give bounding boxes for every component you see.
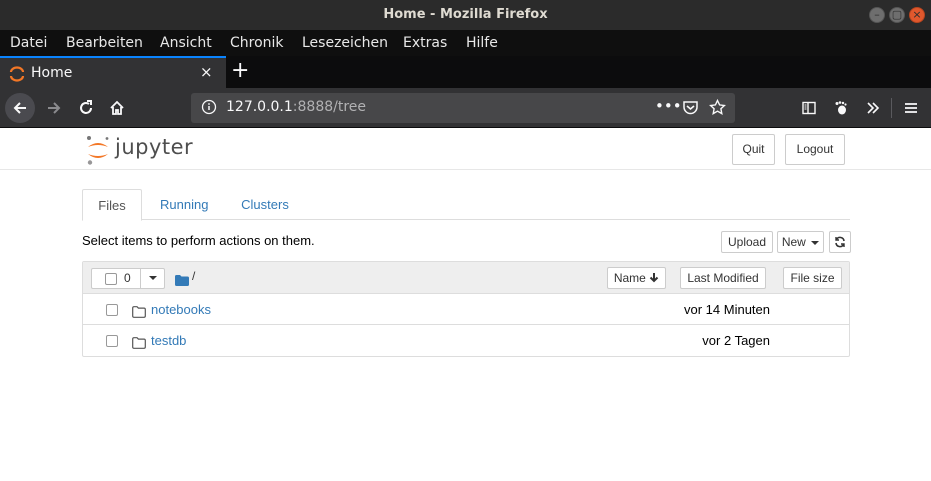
minimize-icon: – [874, 8, 880, 21]
list-item[interactable]: notebooks vor 14 Minuten [83, 294, 849, 325]
select-all-checkbox[interactable] [105, 273, 117, 285]
reload-icon [80, 100, 92, 114]
new-tab-button[interactable]: + [231, 58, 249, 83]
library-sidebar-icon [802, 101, 816, 115]
dashboard-tabs: Files Running Clusters [82, 189, 850, 221]
file-list-header: 0 / Name Last Modified File size [83, 262, 849, 294]
window-titlebar: Home - Mozilla Firefox – ▢ × [0, 0, 931, 30]
overflow-menu-button[interactable] [859, 94, 887, 122]
menu-bearbeiten[interactable]: Bearbeiten [66, 35, 143, 51]
forward-arrow-icon [48, 102, 61, 114]
item-modified: vor 14 Minuten [684, 302, 770, 317]
pocket-icon[interactable] [682, 99, 699, 120]
navigation-toolbar: 127.0.0.1:8888/tree ••• [0, 88, 931, 128]
tab-close-icon[interactable]: × [200, 63, 213, 81]
caret-down-icon [811, 240, 820, 245]
sidebar-button[interactable] [795, 94, 823, 122]
url-text: 127.0.0.1:8888/tree [226, 99, 366, 115]
home-icon [110, 100, 124, 115]
reload-button[interactable] [72, 94, 100, 122]
menu-datei[interactable]: Datei [10, 35, 47, 51]
folder-outline-icon [132, 303, 146, 322]
select-all-group[interactable]: 0 [91, 268, 165, 289]
tab-files[interactable]: Files [82, 189, 142, 221]
sort-by-last-modified-button[interactable]: Last Modified [680, 267, 766, 289]
new-dropdown-button[interactable]: New [777, 231, 824, 253]
url-bar[interactable]: 127.0.0.1:8888/tree ••• [191, 93, 735, 123]
jupyter-logo-icon[interactable] [85, 134, 111, 170]
extension-button[interactable] [827, 94, 855, 122]
info-icon[interactable] [201, 99, 217, 119]
jupyter-header: jupyter Quit Logout [0, 129, 931, 170]
hamburger-menu-icon [905, 103, 917, 113]
toolbar-separator [891, 98, 892, 118]
maximize-button[interactable]: ▢ [889, 7, 905, 23]
menu-chronik[interactable]: Chronik [230, 35, 284, 51]
new-button-label: New [781, 235, 806, 249]
back-arrow-icon [13, 102, 26, 114]
refresh-button[interactable] [829, 231, 851, 253]
tab-clusters[interactable]: Clusters [241, 189, 289, 220]
item-modified: vor 2 Tagen [702, 333, 770, 348]
divider [140, 269, 141, 288]
quit-button[interactable]: Quit [732, 134, 775, 165]
sort-by-name-button[interactable]: Name [607, 267, 666, 289]
gnome-foot-icon [835, 101, 847, 115]
home-button[interactable] [103, 94, 131, 122]
browser-tab-home[interactable]: Home × [0, 56, 226, 88]
item-name-link[interactable]: notebooks [151, 302, 211, 317]
url-path: :8888/tree [292, 99, 367, 115]
app-menu-button[interactable] [897, 94, 925, 122]
menu-extras[interactable]: Extras [403, 35, 447, 51]
breadcrumb-root[interactable]: / [192, 269, 195, 283]
list-item[interactable]: testdb vor 2 Tagen [83, 325, 849, 356]
menu-lesezeichen[interactable]: Lesezeichen [302, 35, 388, 51]
jupyter-favicon-icon [9, 66, 25, 86]
logout-button[interactable]: Logout [785, 134, 845, 165]
back-button[interactable] [5, 93, 35, 123]
page-actions-icon[interactable]: ••• [655, 97, 682, 115]
folder-icon[interactable] [175, 271, 189, 290]
arrow-down-icon [649, 273, 659, 283]
window-title: Home - Mozilla Firefox [383, 7, 548, 22]
minimize-button[interactable]: – [869, 7, 885, 23]
browser-tab-title: Home [31, 65, 73, 81]
tab-strip: Home × + [0, 56, 931, 88]
forward-button[interactable] [40, 94, 68, 122]
maximize-icon: ▢ [891, 8, 903, 21]
menu-hilfe[interactable]: Hilfe [466, 35, 498, 51]
url-host: 127.0.0.1 [226, 99, 293, 115]
sort-by-file-size-button[interactable]: File size [783, 267, 842, 289]
close-icon: × [912, 8, 922, 21]
selection-hint: Select items to perform actions on them. [82, 233, 315, 248]
tab-running[interactable]: Running [160, 189, 208, 220]
chevron-double-right-icon [867, 102, 880, 114]
menu-ansicht[interactable]: Ansicht [160, 35, 212, 51]
selected-count: 0 [124, 271, 131, 285]
jupyter-logo-text[interactable]: jupyter [115, 135, 193, 159]
item-checkbox[interactable] [106, 304, 118, 316]
item-checkbox[interactable] [106, 335, 118, 347]
file-list: 0 / Name Last Modified File size noteboo… [82, 261, 850, 357]
folder-outline-icon [132, 334, 146, 353]
item-name-link[interactable]: testdb [151, 333, 186, 348]
upload-button[interactable]: Upload [721, 231, 773, 253]
close-window-button[interactable]: × [909, 7, 925, 23]
sort-name-label: Name [613, 271, 646, 285]
menu-bar: Datei Bearbeiten Ansicht Chronik Lesezei… [0, 30, 931, 56]
bookmark-star-icon[interactable] [709, 98, 726, 120]
refresh-icon [835, 236, 845, 248]
caret-down-icon[interactable] [149, 276, 157, 280]
